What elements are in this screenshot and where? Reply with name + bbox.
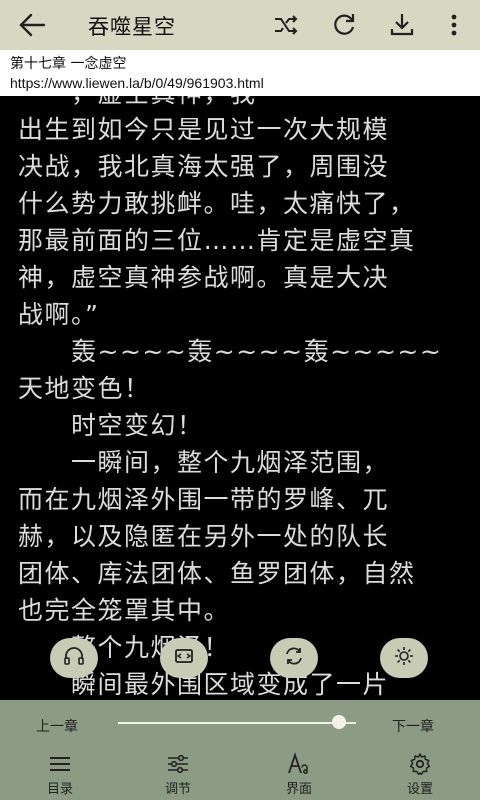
text-line-cut: ——，虚空真神，我 [18,96,257,110]
sliders-icon [166,752,190,776]
progress-slider[interactable] [118,722,356,724]
more-vertical-icon[interactable] [440,11,468,39]
auto-scroll-icon [283,645,305,671]
settings-button[interactable]: 设置 [390,752,450,797]
top-toolbar: 吞噬星空 [0,0,480,50]
book-title: 吞噬星空 [88,15,176,39]
bottom-panel: 上一章 下一章 目录 调节 界面 设置 [0,700,480,800]
text-line: 团体、库法团体、鱼罗团体，自然 [18,559,416,588]
download-icon[interactable] [388,11,416,39]
text-line: 那最前面的三位……肯定是虚空真 [18,226,416,255]
text-line: 出生到如今只是见过一次大规模 [18,115,390,144]
text-line: 天地变色！ [18,374,151,403]
text-line: 战啊。” [18,300,100,329]
source-url[interactable]: https://www.liewen.la/b/0/49/961903.html [10,75,264,91]
prev-chapter-button[interactable]: 上一章 [36,716,78,736]
text-line: 一瞬间，整个九烟泽范围， [18,448,390,477]
text-line: 而在九烟泽外围一带的罗峰、兀 [18,485,390,514]
text-line: 也完全笼罩其中。 [18,596,231,625]
toc-button[interactable]: 目录 [30,752,90,797]
back-arrow-icon[interactable] [18,12,46,38]
text-line: 神，虚空真神参战啊。真是大决 [18,263,390,292]
headphones-icon [63,645,85,671]
refresh-icon[interactable] [330,11,358,39]
auto-scroll-button[interactable] [270,638,318,678]
chapter-info-bar: 第十七章 一念虚空 https://www.liewen.la/b/0/49/9… [0,50,480,96]
brightness-icon [393,645,415,671]
reading-content[interactable]: ——，虚空真神，我 出生到如今只是见过一次大规模 决战，我北真海太强了，周围没 … [0,96,480,700]
adjust-button[interactable]: 调节 [148,752,208,797]
screen-button[interactable] [160,638,208,678]
gear-icon [408,752,432,776]
menu-list-icon [48,752,72,776]
screen-icon [173,645,195,671]
shuffle-icon[interactable] [272,11,300,39]
text-line: 什么势力敢挑衅。哇，太痛快了， [18,189,416,218]
text-line: 赫，以及隐匿在另外一处的队长 [18,522,390,551]
font-icon [287,752,311,776]
text-line: 轰~~~~轰~~~~轰~~~~~ [18,337,443,366]
brightness-button[interactable] [380,638,428,678]
headphones-button[interactable] [50,638,98,678]
next-chapter-button[interactable]: 下一章 [392,716,434,736]
text-line: 时空变幻！ [18,411,204,440]
chapter-title: 第十七章 一念虚空 [10,56,127,72]
progress-slider-thumb[interactable] [332,715,347,729]
text-line: 决战，我北真海太强了，周围没 [18,152,390,181]
interface-button[interactable]: 界面 [269,752,329,797]
